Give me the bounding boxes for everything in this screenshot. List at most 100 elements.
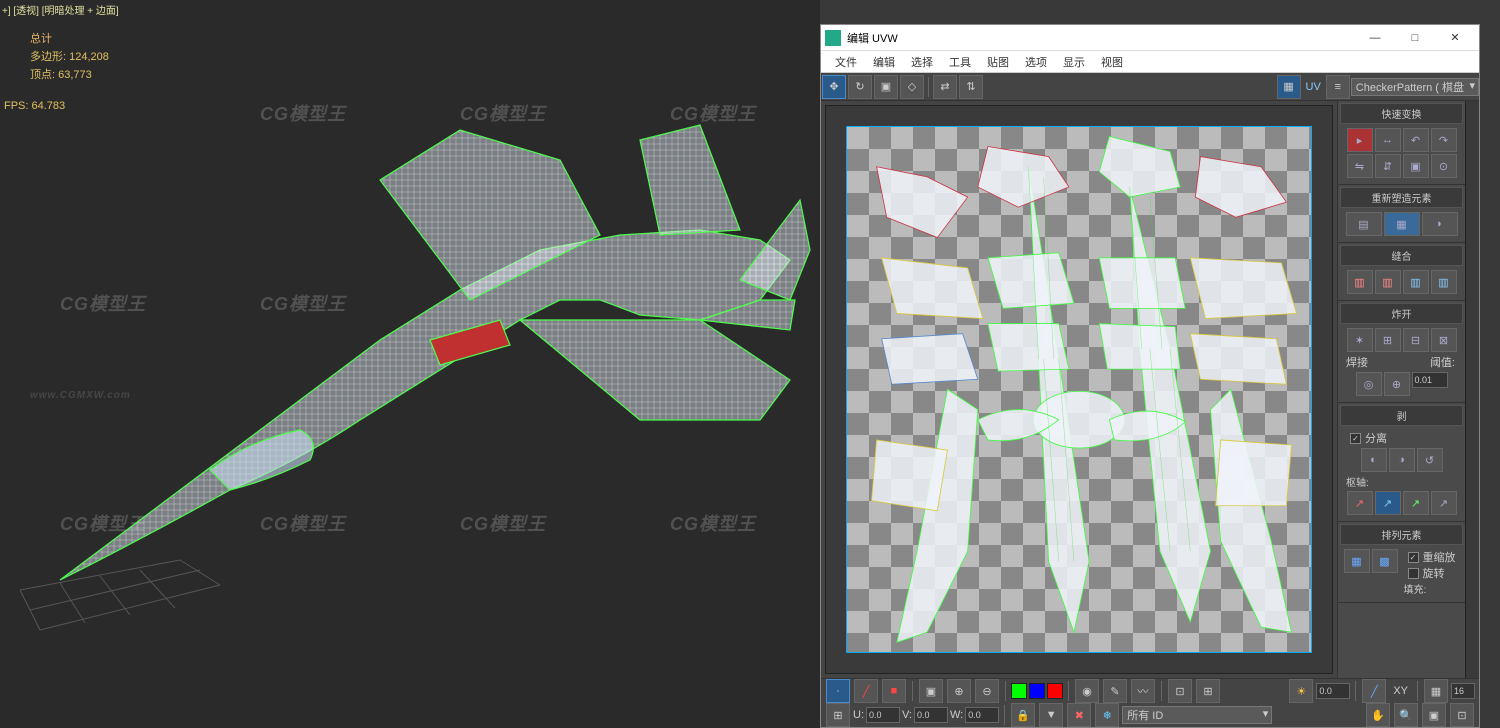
stitch-4[interactable]: ▥ [1431, 270, 1457, 294]
grow-sel[interactable]: ⊕ [947, 679, 971, 703]
filter-icon[interactable]: ▼ [1039, 703, 1063, 727]
lock-icon[interactable]: 🔒 [1011, 703, 1035, 727]
color-blue[interactable] [1029, 683, 1045, 699]
peel-1[interactable]: ◐ [1361, 448, 1387, 472]
rollout-arrange[interactable]: 排列元素 [1340, 524, 1463, 545]
maximize-button[interactable]: □ [1395, 26, 1435, 50]
menu-view[interactable]: 视图 [1093, 52, 1131, 72]
fit-btn[interactable]: ▣ [1403, 154, 1429, 178]
rollout-explode[interactable]: 炸开 [1340, 303, 1463, 324]
u-field[interactable]: 0.0 [866, 707, 900, 723]
flip-h-btn[interactable]: ⇋ [1347, 154, 1373, 178]
peel-reset[interactable]: ↺ [1417, 448, 1443, 472]
pack-2[interactable]: ▩ [1372, 549, 1398, 573]
rollout-reshape[interactable]: 重新塑造元素 [1340, 187, 1463, 208]
titlebar[interactable]: 编辑 UVW — □ ✕ [821, 25, 1479, 51]
padding-label: 填充: [1400, 581, 1460, 596]
uv-viewport[interactable] [825, 105, 1333, 674]
zoom-region[interactable]: ⊡ [1450, 703, 1474, 727]
axis-avg[interactable]: ↗ [1431, 491, 1457, 515]
misc-b[interactable]: ⊞ [1196, 679, 1220, 703]
color-green[interactable] [1011, 683, 1027, 699]
minimize-button[interactable]: — [1355, 26, 1395, 50]
zoom-tool[interactable]: 🔍 [1394, 703, 1418, 727]
face-mode[interactable]: ■ [882, 679, 906, 703]
weld-target[interactable]: ◎ [1356, 372, 1382, 396]
pack-1[interactable]: ▦ [1344, 549, 1370, 573]
explode-3[interactable]: ⊟ [1403, 328, 1429, 352]
vertex-mode[interactable]: · [826, 679, 850, 703]
mirror-tool[interactable]: ⇄ [933, 75, 957, 99]
align-btn[interactable]: ▸ [1347, 128, 1373, 152]
explode-4[interactable]: ⊠ [1431, 328, 1457, 352]
show-map-button[interactable]: ▦ [1277, 75, 1301, 99]
w-field[interactable]: 0.0 [965, 707, 999, 723]
misc-a[interactable]: ⊡ [1168, 679, 1192, 703]
model-wireframe[interactable] [0, 0, 820, 728]
panel-scrollbar[interactable] [1465, 101, 1479, 678]
rotate-ccw-btn[interactable]: ↶ [1403, 128, 1429, 152]
snap-toggle[interactable]: ╱ [1362, 679, 1386, 703]
brush-sel[interactable]: 〰 [1131, 679, 1155, 703]
center-btn[interactable]: ⊙ [1431, 154, 1457, 178]
stitch-3[interactable]: ▥ [1403, 270, 1429, 294]
menu-tools[interactable]: 工具 [941, 52, 979, 72]
rollout-quick-transform[interactable]: 快速变换 [1340, 103, 1463, 124]
color-red[interactable] [1047, 683, 1063, 699]
menu-mapping[interactable]: 贴图 [979, 52, 1017, 72]
rotate-checkbox[interactable] [1408, 568, 1419, 579]
rotate-cw-btn[interactable]: ↷ [1431, 128, 1457, 152]
stitch-2[interactable]: ▥ [1375, 270, 1401, 294]
texture-dropdown[interactable]: CheckerPattern ( 棋盘 [1351, 78, 1479, 96]
light-icon[interactable]: ☀ [1289, 679, 1313, 703]
align-h-btn[interactable]: ↔ [1375, 128, 1401, 152]
explode-1[interactable]: ✶ [1347, 328, 1373, 352]
grid-toggle[interactable]: ▦ [1424, 679, 1448, 703]
freeze-icon[interactable]: ❄ [1095, 703, 1119, 727]
relax-btn[interactable]: ▦ [1384, 212, 1420, 236]
freeform-tool[interactable]: ◇ [900, 75, 924, 99]
menu-options[interactable]: 选项 [1017, 52, 1055, 72]
select-element[interactable]: ▣ [919, 679, 943, 703]
abs-toggle[interactable]: ⊞ [826, 703, 850, 727]
threshold-spinner[interactable]: 0.01 [1412, 372, 1448, 388]
separate-checkbox[interactable]: ✓ [1350, 433, 1361, 444]
options-button[interactable]: ≡ [1326, 75, 1350, 99]
axis-z[interactable]: ↗ [1403, 491, 1429, 515]
mirror-v-tool[interactable]: ⇅ [959, 75, 983, 99]
axis-y[interactable]: ↗ [1375, 491, 1401, 515]
close-button[interactable]: ✕ [1435, 26, 1475, 50]
flip-v-btn[interactable]: ⇵ [1375, 154, 1401, 178]
uv-islands[interactable] [826, 106, 1332, 652]
reshape-btn[interactable]: ◗ [1422, 212, 1458, 236]
paint-sel[interactable]: ✎ [1103, 679, 1127, 703]
viewport-3d[interactable]: +] [透视] [明暗处理 + 边面] 总计 多边形: 124,208 顶点: … [0, 0, 820, 728]
grid-value[interactable]: 16 [1451, 683, 1475, 699]
menu-edit[interactable]: 编辑 [865, 52, 903, 72]
axis-x[interactable]: ↗ [1347, 491, 1373, 515]
pan-tool[interactable]: ✋ [1366, 703, 1390, 727]
edge-mode[interactable]: ╱ [854, 679, 878, 703]
rotate-tool[interactable]: ↻ [848, 75, 872, 99]
rollout-peel[interactable]: 剥 [1340, 405, 1463, 426]
menu-select[interactable]: 选择 [903, 52, 941, 72]
hide-icon[interactable]: ✖ [1067, 703, 1091, 727]
soft-sel[interactable]: ◉ [1075, 679, 1099, 703]
scale-tool[interactable]: ▣ [874, 75, 898, 99]
menu-file[interactable]: 文件 [827, 52, 865, 72]
brightness-field[interactable]: 0.0 [1316, 683, 1350, 699]
move-tool[interactable]: ✥ [822, 75, 846, 99]
weld-sel[interactable]: ⊕ [1384, 372, 1410, 396]
menu-display[interactable]: 显示 [1055, 52, 1093, 72]
v-field[interactable]: 0.0 [914, 707, 948, 723]
stitch-1[interactable]: ▥ [1347, 270, 1373, 294]
zoom-extents[interactable]: ▣ [1422, 703, 1446, 727]
rescale-checkbox[interactable]: ✓ [1408, 552, 1419, 563]
transform-toolbar: ✥ ↻ ▣ ◇ ⇄ ⇅ ▦ UV ≡ CheckerPattern ( 棋盘 [821, 73, 1479, 101]
shrink-sel[interactable]: ⊖ [975, 679, 999, 703]
straighten-btn[interactable]: ▤ [1346, 212, 1382, 236]
rollout-stitch[interactable]: 缝合 [1340, 245, 1463, 266]
explode-2[interactable]: ⊞ [1375, 328, 1401, 352]
peel-2[interactable]: ◑ [1389, 448, 1415, 472]
filter-dropdown[interactable]: 所有 ID [1122, 706, 1272, 724]
